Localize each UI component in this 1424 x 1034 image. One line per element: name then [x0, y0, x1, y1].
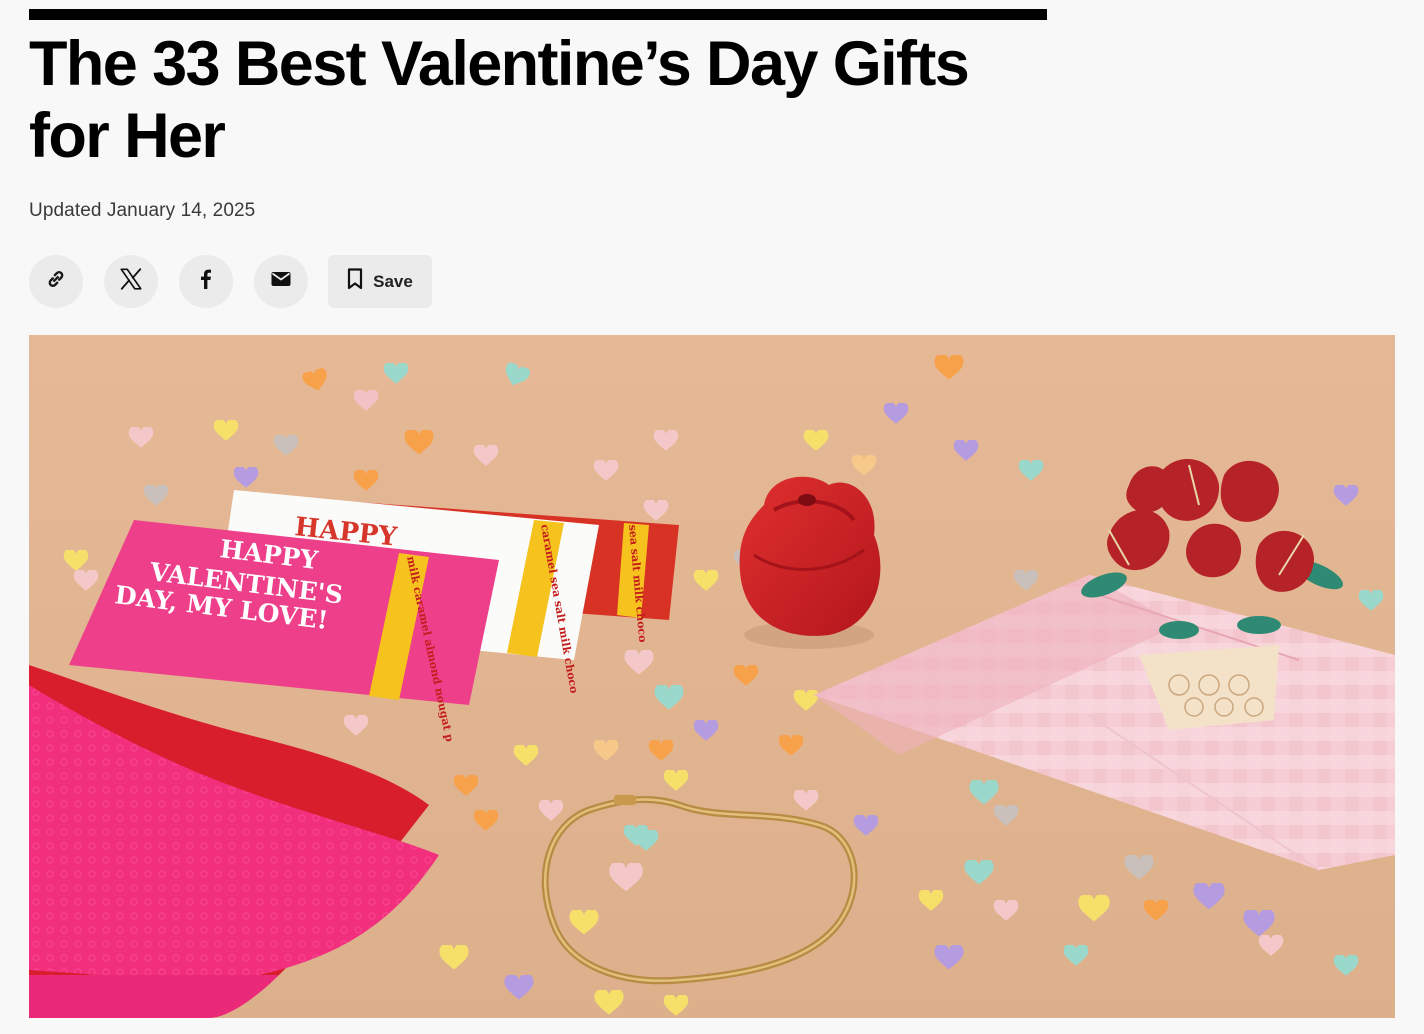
share-facebook-button[interactable]	[179, 255, 233, 308]
top-rule	[29, 9, 1047, 20]
bookmark-icon	[347, 268, 363, 295]
article-page: The 33 Best Valentine’s Day Gifts for He…	[0, 0, 1424, 1034]
share-email-button[interactable]	[254, 255, 308, 308]
copy-link-button[interactable]	[29, 255, 83, 308]
page-title: The 33 Best Valentine’s Day Gifts for He…	[29, 29, 970, 171]
facebook-icon	[194, 267, 218, 296]
updated-date: Updated January 14, 2025	[29, 200, 256, 221]
x-logo-icon	[118, 266, 144, 297]
save-button[interactable]: Save	[328, 255, 432, 308]
link-icon	[44, 267, 68, 296]
save-label: Save	[373, 271, 413, 291]
mail-icon	[269, 267, 293, 296]
share-x-button[interactable]	[104, 255, 158, 308]
hero-image: sea salt milk choco HAPPY caramel sea sa…	[29, 335, 1395, 1018]
